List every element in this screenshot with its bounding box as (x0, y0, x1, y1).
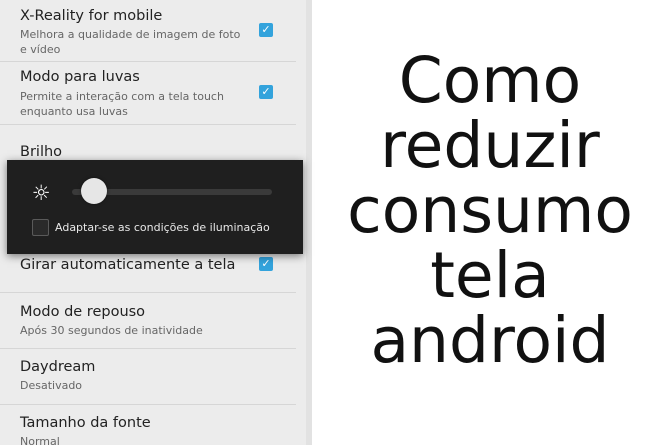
brightness-dialog (7, 160, 303, 254)
setting-auto-rotate[interactable]: Girar automaticamente a tela ✓ (0, 255, 296, 293)
headline-line: android (370, 304, 610, 377)
setting-title: Modo de repouso (20, 304, 146, 320)
auto-rotate-checkbox[interactable]: ✓ (259, 257, 273, 271)
headline-line: Como (398, 44, 582, 117)
setting-title: Tamanho da fonte (20, 415, 151, 431)
setting-subtitle: Após 30 segundos de inatividade (20, 324, 203, 337)
setting-title: Girar automaticamente a tela (20, 257, 236, 273)
setting-subtitle: Normal (20, 435, 60, 445)
headline: Como reduzir consumo tela android (330, 48, 650, 373)
setting-xreality[interactable]: X-Reality for mobile Melhora a qualidade… (0, 0, 296, 62)
setting-title: X-Reality for mobile (20, 8, 163, 24)
brightness-slider-thumb[interactable] (80, 178, 107, 204)
xreality-checkbox[interactable]: ✓ (259, 23, 273, 37)
sun-icon: ☼ (31, 181, 51, 205)
scroll-edge (306, 0, 312, 445)
adaptive-brightness-checkbox[interactable] (32, 219, 49, 236)
setting-gloves-mode[interactable]: Modo para luvas Permite a interação com … (0, 61, 296, 125)
setting-title: Modo para luvas (20, 69, 140, 85)
setting-subtitle: Desativado (20, 379, 83, 392)
gloves-checkbox[interactable]: ✓ (259, 85, 273, 99)
setting-subtitle: Melhora a qualidade de imagem de foto e … (20, 28, 241, 56)
headline-line: tela (430, 239, 550, 312)
setting-sleep-mode[interactable]: Modo de repouso Após 30 segundos de inat… (0, 292, 296, 349)
headline-line: consumo (347, 174, 633, 247)
adaptive-brightness-label: Adaptar-se as condições de iluminação (55, 221, 270, 234)
headline-line: reduzir (380, 109, 600, 182)
setting-daydream[interactable]: Daydream Desativado (0, 348, 296, 405)
setting-title: Daydream (20, 359, 96, 375)
setting-font-size[interactable]: Tamanho da fonte Normal (0, 404, 296, 445)
setting-subtitle: Permite a interação com a tela touch enq… (20, 90, 224, 118)
setting-title: Brilho (20, 144, 63, 160)
